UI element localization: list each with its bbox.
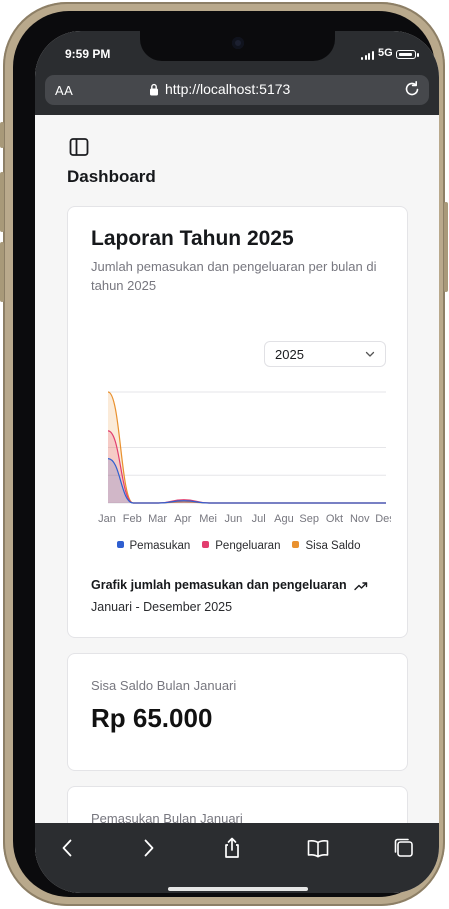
legend-label: Pemasukan	[129, 540, 191, 552]
browser-toolbar	[35, 823, 439, 893]
series-line-pengeluaran	[107, 430, 386, 504]
area-chart: Jan Feb Mar Apr Mei Jun Jul Agu Sep Okt Nov Des	[98, 391, 391, 525]
share-icon[interactable]	[221, 837, 243, 859]
report-description: Jumlah pemasukan dan pengeluaran per bul…	[91, 259, 377, 293]
page-title: Dashboard	[67, 167, 156, 186]
x-tick-label: Mar	[148, 513, 167, 525]
balance-value: Rp 65.000	[91, 703, 213, 733]
report-title: Laporan Tahun 2025	[91, 227, 294, 250]
address-bar[interactable]: AA http://localhost:5173	[45, 75, 429, 105]
balance-label: Sisa Saldo Bulan Januari	[91, 678, 237, 693]
phone-screen: 9:59 PM 5G AA http://localhost:5173 Dash…	[35, 31, 439, 893]
volume-down-button	[0, 242, 4, 302]
back-icon[interactable]	[57, 837, 79, 859]
sidebar-toggle-icon[interactable]	[69, 137, 89, 157]
series-area-pengeluaran	[108, 430, 386, 503]
url-text[interactable]: http://localhost:5173	[150, 81, 291, 97]
notch	[140, 31, 335, 61]
legend-item: Pemasukan	[116, 540, 191, 552]
series-line-pemasukan	[107, 458, 386, 504]
x-tick-label: Jan	[98, 513, 116, 525]
x-tick-label: Okt	[326, 513, 343, 525]
x-tick-label: Des	[375, 513, 391, 525]
url-value: http://localhost:5173	[165, 81, 291, 97]
year-select-value: 2025	[275, 347, 304, 362]
status-time: 9:59 PM	[65, 47, 111, 61]
legend-label: Sisa Saldo	[305, 540, 361, 552]
x-tick-label: Apr	[174, 513, 191, 525]
chart-footer-subtitle: Januari - Desember 2025	[91, 600, 233, 614]
legend-swatch	[116, 541, 124, 548]
legend-swatch	[292, 541, 300, 548]
battery-tip	[417, 53, 419, 57]
front-camera	[232, 37, 244, 49]
year-select[interactable]: 2025	[264, 341, 386, 367]
x-tick-label: Jun	[224, 513, 242, 525]
battery-icon	[396, 50, 416, 59]
x-tick-label: Agu	[274, 513, 294, 525]
signal-icon	[361, 51, 375, 60]
x-tick-label: Nov	[350, 513, 370, 525]
home-indicator	[168, 887, 308, 891]
phone-bezel: 9:59 PM 5G AA http://localhost:5173 Dash…	[13, 11, 439, 897]
legend-item: Sisa Saldo	[292, 540, 360, 552]
x-tick-label: Jul	[252, 513, 266, 525]
series-area-pemasukan	[108, 458, 386, 503]
page-content: Dashboard Laporan Tahun 2025 Jumlah pema…	[35, 115, 439, 846]
power-button	[444, 202, 448, 292]
forward-icon[interactable]	[137, 837, 159, 859]
network-type: 5G	[378, 47, 393, 59]
x-tick-label: Feb	[123, 513, 142, 525]
text-size-button[interactable]: AA	[55, 83, 73, 98]
trending-up-icon	[354, 582, 368, 591]
x-tick-label: Mei	[199, 513, 217, 525]
legend-label: Pengeluaran	[215, 540, 281, 552]
lock-icon	[150, 83, 158, 96]
chart-footer-title: Grafik jumlah pemasukan dan pengeluaran	[91, 578, 347, 592]
legend-swatch	[202, 541, 210, 548]
phone-frame: 9:59 PM 5G AA http://localhost:5173 Dash…	[0, 2, 448, 906]
volume-up-button	[0, 172, 4, 232]
browser-address-area: AA http://localhost:5173	[35, 73, 439, 115]
balance-card: Sisa Saldo Bulan Januari Rp 65.000	[67, 653, 408, 771]
bookmarks-icon[interactable]	[307, 837, 329, 859]
chevron-down-icon	[365, 351, 375, 357]
legend-item: Pengeluaran	[202, 540, 280, 552]
tabs-icon[interactable]	[393, 837, 415, 859]
chart-legend: Pemasukan Pengeluaran Sisa Saldo	[68, 540, 409, 552]
report-card: Laporan Tahun 2025 Jumlah pemasukan dan …	[67, 206, 408, 638]
mute-switch	[0, 122, 4, 148]
x-tick-label: Sep	[299, 513, 319, 525]
reload-icon[interactable]	[403, 80, 421, 98]
